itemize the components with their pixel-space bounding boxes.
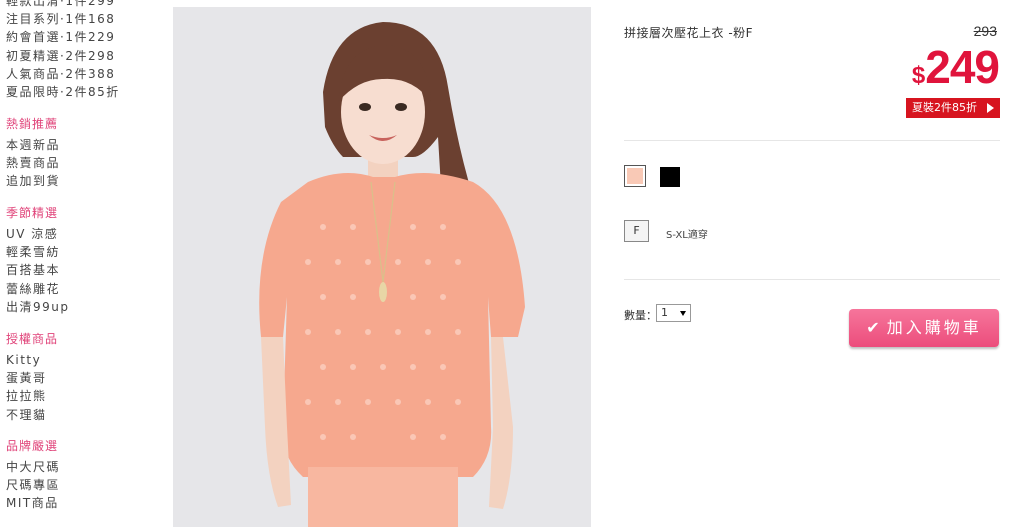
sidebar-item[interactable]: 人氣商品·2件388 xyxy=(6,65,156,83)
sidebar-group-licensed: 授權商品 Kitty 蛋黃哥 拉拉熊 不理貓 xyxy=(6,330,156,424)
divider xyxy=(624,140,1000,141)
product-image[interactable] xyxy=(173,7,591,527)
category-sidebar: 輕款出清·1件299 注目系列·1件168 約會首選·1件229 初夏精選·2件… xyxy=(0,0,160,522)
quantity-select[interactable]: 1 xyxy=(656,304,691,322)
sidebar-item[interactable]: 輕款出清·1件299 xyxy=(6,0,156,10)
caret-down-icon xyxy=(680,311,686,316)
sidebar-item[interactable]: MIT商品 xyxy=(6,494,156,512)
sidebar-item[interactable]: 追加到貨 xyxy=(6,172,156,190)
sidebar-group-brand: 品牌嚴選 中大尺碼 尺碼專區 MIT商品 xyxy=(6,437,156,513)
sidebar-item[interactable]: 約會首選·1件229 xyxy=(6,28,156,46)
add-to-cart-label: 加入購物車 xyxy=(886,318,982,337)
sale-price: $249 xyxy=(911,40,1000,94)
sidebar-group-hot: 熱銷推薦 本週新品 熱賣商品 追加到貨 xyxy=(6,115,156,191)
sidebar-item[interactable]: 出清99up xyxy=(6,298,156,316)
sidebar-group-season: 季節精選 UV 涼感 輕柔雪紡 百搭基本 蕾絲雕花 出清99up xyxy=(6,204,156,316)
sidebar-item[interactable]: Kitty xyxy=(6,351,156,369)
sidebar-item[interactable]: 不理貓 xyxy=(6,406,156,424)
sidebar-item[interactable]: 尺碼專區 xyxy=(6,476,156,494)
divider xyxy=(624,279,1000,280)
add-to-cart-button[interactable]: ✔ 加入購物車 xyxy=(849,309,999,347)
sidebar-heading: 品牌嚴選 xyxy=(6,439,59,453)
quantity-value: 1 xyxy=(661,306,668,319)
sidebar-item[interactable]: 本週新品 xyxy=(6,136,156,154)
sidebar-item[interactable]: 蕾絲雕花 xyxy=(6,280,156,298)
sidebar-item[interactable]: 中大尺碼 xyxy=(6,458,156,476)
currency-symbol: $ xyxy=(911,62,926,89)
quantity-label: 數量： xyxy=(624,309,657,322)
size-note: S-XL適穿 xyxy=(666,230,708,241)
sidebar-item[interactable]: 百搭基本 xyxy=(6,261,156,279)
sidebar-heading: 授權商品 xyxy=(6,332,59,346)
size-option[interactable]: F xyxy=(624,220,649,242)
sidebar-item[interactable]: 初夏精選·2件298 xyxy=(6,47,156,65)
play-arrow-icon xyxy=(987,103,994,113)
sidebar-heading: 季節精選 xyxy=(6,206,59,220)
model-illustration xyxy=(173,7,591,527)
promo-label: 夏裝2件85折 xyxy=(912,101,977,114)
sidebar-item[interactable]: 注目系列·1件168 xyxy=(6,10,156,28)
sidebar-item[interactable]: 蛋黃哥 xyxy=(6,369,156,387)
price-value: 249 xyxy=(925,41,1000,93)
sidebar-item[interactable]: 拉拉熊 xyxy=(6,387,156,405)
product-title: 拼接層次壓花上衣 -粉F xyxy=(624,26,754,40)
sidebar-item[interactable]: UV 涼感 xyxy=(6,225,156,243)
sidebar-item[interactable]: 輕柔雪紡 xyxy=(6,243,156,261)
sidebar-item[interactable]: 夏品限時·2件85折 xyxy=(6,83,156,101)
sidebar-heading: 熱銷推薦 xyxy=(6,117,59,131)
check-icon: ✔ xyxy=(866,318,883,337)
sidebar-item[interactable]: 熱賣商品 xyxy=(6,154,156,172)
swatch-fill xyxy=(627,168,643,184)
promo-badge[interactable]: 夏裝2件85折 xyxy=(906,98,1000,118)
color-swatch-black[interactable] xyxy=(660,167,680,187)
original-price: 293 xyxy=(973,23,997,39)
sidebar-promo-list: 輕款出清·1件299 注目系列·1件168 約會首選·1件229 初夏精選·2件… xyxy=(6,0,156,101)
color-swatch-pink[interactable] xyxy=(624,165,646,187)
